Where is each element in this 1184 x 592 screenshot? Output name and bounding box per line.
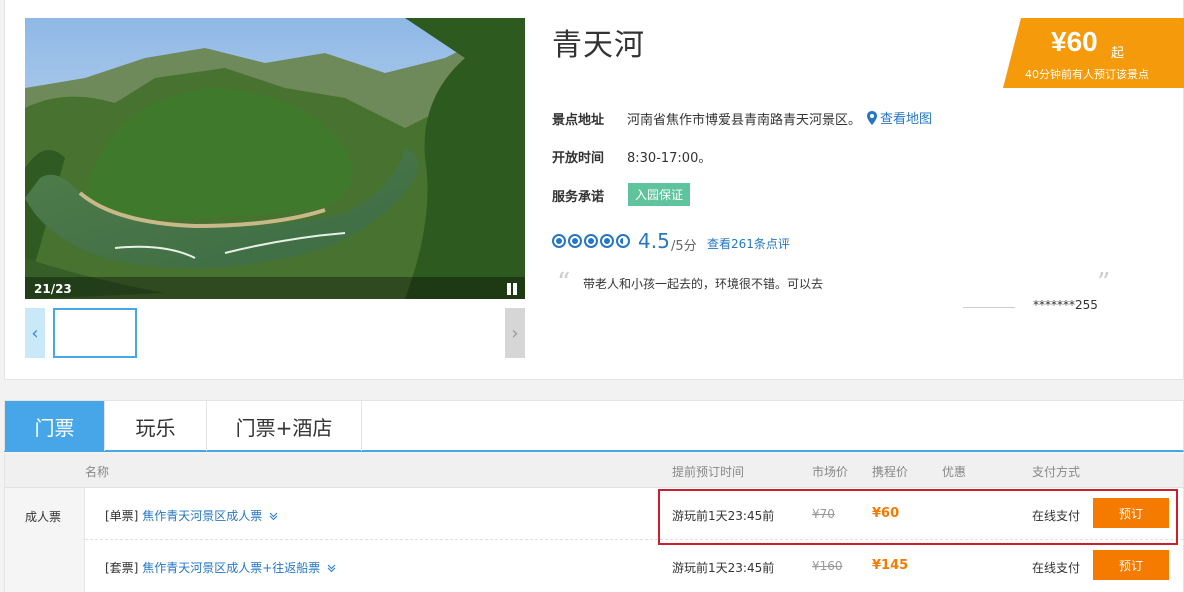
rating-half-circle-icon <box>616 234 630 248</box>
hours-label: 开放时间 <box>552 151 605 166</box>
product-tab-bar: 门票 玩乐 门票+酒店 <box>4 400 1184 452</box>
photo-caption-bar <box>25 277 525 299</box>
thumbnail-next-button[interactable]: › <box>505 308 525 358</box>
review-divider <box>963 307 1015 308</box>
advance-booking-time: 游玩前1天23:45前 <box>672 509 775 523</box>
photo-counter: 21/23 <box>34 282 72 296</box>
rating-max: /5分 <box>671 239 697 254</box>
ticket-title[interactable]: [套票] 焦作青天河景区成人票+往返船票 <box>105 559 336 576</box>
rating-score: 4.5 <box>638 229 670 253</box>
header-market-price: 市场价 <box>812 465 849 479</box>
pause-icon[interactable] <box>506 283 518 295</box>
rating-circle-icon <box>584 234 598 248</box>
ticket-title[interactable]: [单票] 焦作青天河景区成人票 <box>105 507 278 524</box>
chevron-down-icon <box>269 512 278 520</box>
header-payment: 支付方式 <box>1032 465 1081 479</box>
ticket-type-tag: [套票] <box>105 561 139 575</box>
thumbnail-prev-button[interactable]: ‹ <box>25 308 45 358</box>
view-map-label: 查看地图 <box>880 112 933 127</box>
table-row: [套票] 焦作青天河景区成人票+往返船票 游玩前1天23:45前 ¥160 ¥1… <box>85 539 1183 590</box>
tab-activities[interactable]: 玩乐 <box>105 401 207 451</box>
price-badge: ¥60 起 40分钟前有人预订该景点 <box>1003 18 1184 88</box>
header-discount: 优惠 <box>942 465 967 479</box>
tab-ticket-hotel[interactable]: 门票+酒店 <box>207 401 362 451</box>
tab-tickets[interactable]: 门票 <box>5 401 105 451</box>
rating-circle-icon <box>552 234 566 248</box>
entry-guarantee-badge: 入园保证 <box>628 183 691 206</box>
chevron-down-icon <box>327 564 336 572</box>
category-label: 成人票 <box>25 510 62 524</box>
tab-activities-label: 玩乐 <box>135 415 176 440</box>
landscape-image <box>25 18 525 299</box>
attraction-photo[interactable]: 21/23 <box>25 18 525 299</box>
ctrip-price: ¥60 <box>872 506 900 521</box>
header-name: 名称 <box>85 465 110 479</box>
ticket-type-tag: [单票] <box>105 509 139 523</box>
review-excerpt: 带老人和小孩一起去的，环境很不错。可以去 <box>583 277 824 291</box>
map-pin-icon <box>867 110 877 125</box>
header-ctrip-price: 携程价 <box>872 465 909 479</box>
price-suffix: 起 <box>1111 46 1125 61</box>
recent-booking-note: 40分钟前有人预订该景点 <box>1025 68 1149 81</box>
quote-close-icon: ” <box>1097 268 1111 298</box>
page-title: 青天河 <box>552 28 645 63</box>
address-value: 河南省焦作市博爱县青南路青天河景区。 <box>627 113 862 128</box>
thumbnail-selected[interactable] <box>53 308 137 358</box>
ticket-table: 名称 提前预订时间 市场价 携程价 优惠 支付方式 成人票 [单票] 焦作青天河… <box>4 454 1184 592</box>
review-user: *******255 <box>1033 298 1098 312</box>
ticket-name: 焦作青天河景区成人票+往返船票 <box>142 561 321 575</box>
payment-method: 在线支付 <box>1032 561 1081 575</box>
service-label: 服务承诺 <box>552 190 605 205</box>
rating-circle-icon <box>600 234 614 248</box>
chevron-right-icon: › <box>511 322 519 344</box>
payment-method: 在线支付 <box>1032 509 1081 523</box>
attraction-summary-panel: 21/23 ‹ › 青天河 ¥60 起 40分钟前有人预订该景点 景点地址 河南… <box>4 0 1184 380</box>
book-button[interactable]: 预订 <box>1093 550 1169 580</box>
book-button[interactable]: 预订 <box>1093 498 1169 528</box>
table-header: 名称 提前预订时间 市场价 携程价 优惠 支付方式 <box>5 454 1183 488</box>
view-reviews-link[interactable]: 查看261条点评 <box>707 235 790 252</box>
market-price: ¥160 <box>812 559 843 573</box>
ticket-name: 焦作青天河景区成人票 <box>142 509 263 523</box>
view-map-link[interactable]: 查看地图 <box>867 108 932 127</box>
starting-price: ¥60 <box>1051 26 1098 57</box>
advance-booking-time: 游玩前1天23:45前 <box>672 561 775 575</box>
hours-value: 8:30-17:00。 <box>627 151 712 166</box>
tab-tickets-label: 门票 <box>34 415 75 440</box>
header-advance-booking: 提前预订时间 <box>672 465 745 479</box>
ctrip-price: ¥145 <box>872 558 909 573</box>
rating-circle-icon <box>568 234 582 248</box>
address-label: 景点地址 <box>552 113 605 128</box>
tab-ticket-hotel-label: 门票+酒店 <box>235 415 333 440</box>
table-row: [单票] 焦作青天河景区成人票 游玩前1天23:45前 ¥70 ¥60 在线支付… <box>85 488 1183 539</box>
rating-circles <box>552 234 630 248</box>
market-price: ¥70 <box>812 507 835 521</box>
category-cell: 成人票 <box>5 488 85 592</box>
quote-open-icon: “ <box>557 268 571 298</box>
chevron-left-icon: ‹ <box>31 322 39 344</box>
